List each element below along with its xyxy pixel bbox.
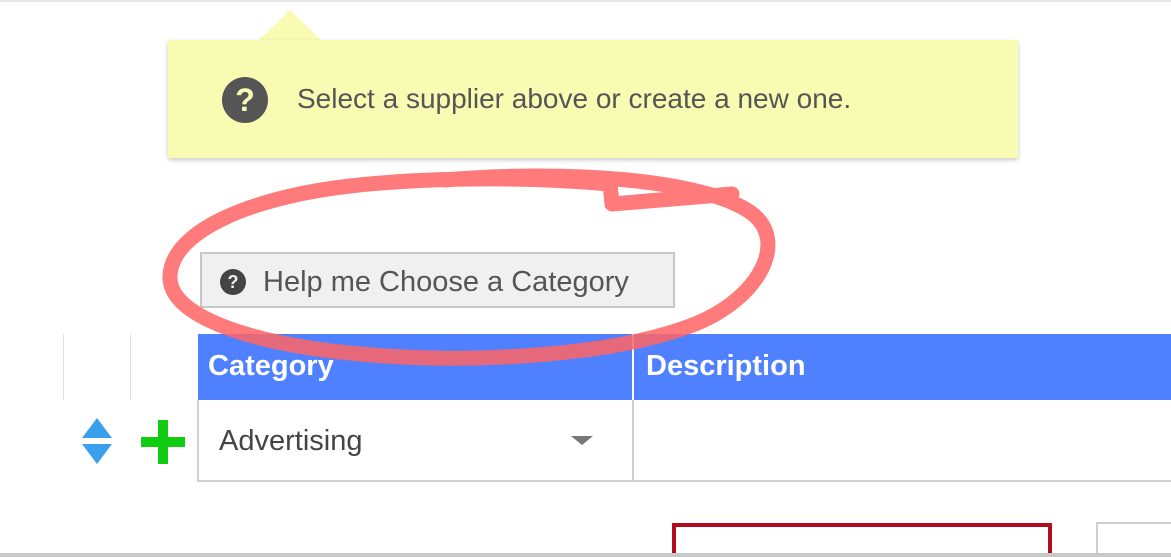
description-input[interactable]: [632, 400, 1171, 482]
tooltip-message: Select a supplier above or create a new …: [297, 83, 852, 114]
dropdown-caret-icon[interactable]: [571, 436, 593, 445]
table-header-divider: [632, 334, 634, 400]
question-circle-icon: ?: [220, 269, 246, 295]
tooltip: ? Select a supplier above or create a ne…: [168, 40, 1018, 158]
help-choose-category-button[interactable]: ? Help me Choose a Category: [200, 252, 675, 308]
table-add-column-divider: [130, 334, 131, 400]
required-field[interactable]: [672, 523, 1052, 557]
column-header-description[interactable]: Description: [646, 348, 806, 384]
table-handle-column-divider: [63, 334, 64, 400]
category-select-value: Advertising: [219, 425, 363, 457]
bottom-divider: [0, 553, 1171, 557]
top-divider: [0, 0, 1171, 2]
screen: ? Select a supplier above or create a ne…: [0, 0, 1171, 557]
help-button-label: Help me Choose a Category: [263, 266, 629, 298]
tooltip-arrow: [258, 10, 322, 41]
plus-icon[interactable]: [139, 418, 187, 466]
question-circle-icon: ?: [222, 77, 268, 123]
column-header-category[interactable]: Category: [208, 348, 334, 384]
sort-arrows-icon[interactable]: [80, 416, 114, 466]
secondary-field[interactable]: [1096, 522, 1171, 557]
